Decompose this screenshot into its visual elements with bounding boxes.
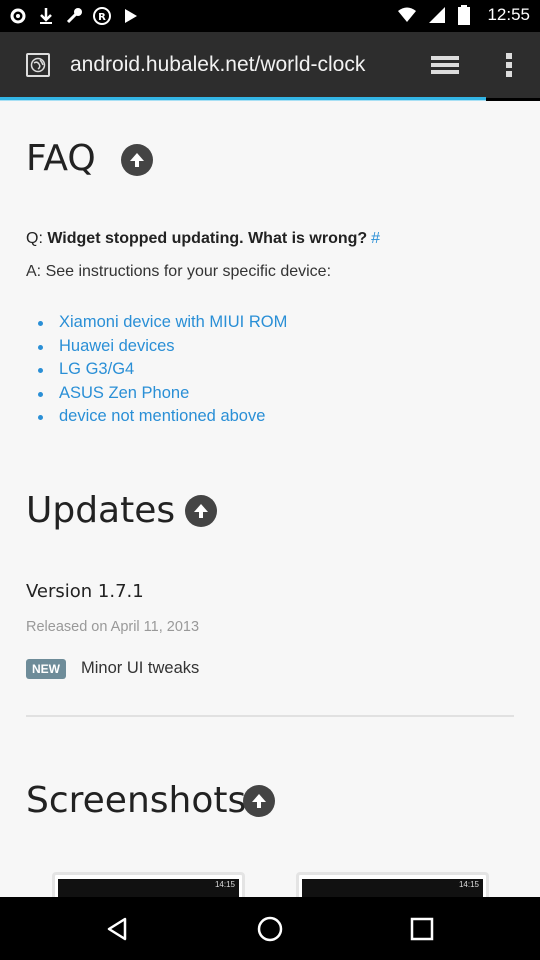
signal-icon bbox=[427, 5, 447, 25]
play-icon bbox=[120, 6, 140, 26]
faq-question: Q: Widget stopped updating. What is wron… bbox=[26, 230, 380, 248]
svg-text:R: R bbox=[98, 12, 106, 23]
clock: 12:55 bbox=[487, 5, 530, 24]
globe-icon[interactable] bbox=[26, 53, 50, 77]
device-link-xiaomi[interactable]: Xiamoni device with MIUI ROM bbox=[36, 311, 287, 335]
device-link-other[interactable]: device not mentioned above bbox=[36, 405, 287, 429]
scroll-top-button-updates[interactable] bbox=[185, 495, 217, 527]
navigation-bar bbox=[0, 897, 540, 960]
question-text: Widget stopped updating. What is wrong? bbox=[47, 230, 368, 247]
thumbnail-image: 14:15 bbox=[58, 879, 239, 897]
scroll-top-button-screenshots[interactable] bbox=[243, 785, 275, 817]
device-link-list: Xiamoni device with MIUI ROM Huawei devi… bbox=[36, 311, 287, 429]
overflow-menu-icon[interactable] bbox=[496, 50, 522, 80]
section-divider bbox=[26, 715, 514, 717]
recents-icon[interactable] bbox=[406, 913, 438, 945]
back-icon[interactable] bbox=[102, 913, 134, 945]
settings-icon bbox=[8, 6, 28, 26]
thumbnail-time: 14:15 bbox=[458, 880, 479, 889]
web-content[interactable]: FAQ Q: Widget stopped updating. What is … bbox=[0, 101, 540, 897]
url-bar[interactable]: android.hubalek.net/world-clock bbox=[70, 50, 402, 80]
wifi-icon bbox=[397, 5, 417, 25]
updates-heading: Updates bbox=[26, 490, 176, 531]
battery-icon bbox=[457, 5, 477, 25]
release-date: Released on April 11, 2013 bbox=[26, 619, 200, 635]
screenshot-thumbnail-1[interactable]: 14:15 bbox=[52, 872, 245, 897]
question-prefix: Q: bbox=[26, 230, 43, 247]
screenshot-thumbnail-2[interactable]: 14:15 bbox=[296, 872, 489, 897]
tools-icon bbox=[64, 6, 84, 26]
thumbnail-image: 14:15 bbox=[302, 879, 483, 897]
version-title: Version 1.7.1 bbox=[26, 581, 144, 602]
screenshots-heading: Screenshots bbox=[26, 780, 247, 821]
new-badge: NEW bbox=[26, 659, 66, 679]
tabs-icon[interactable] bbox=[428, 50, 462, 80]
question-anchor-link[interactable]: # bbox=[371, 230, 380, 247]
device-link-huawei[interactable]: Huawei devices bbox=[36, 335, 287, 359]
browser-toolbar: android.hubalek.net/world-clock bbox=[0, 32, 540, 98]
registered-icon: R bbox=[92, 6, 112, 26]
faq-heading: FAQ bbox=[26, 138, 96, 179]
faq-answer: A: See instructions for your specific de… bbox=[26, 263, 332, 280]
change-note: Minor UI tweaks bbox=[81, 659, 200, 677]
device-link-asus[interactable]: ASUS Zen Phone bbox=[36, 382, 287, 406]
thumbnail-time: 14:15 bbox=[214, 880, 235, 889]
status-bar: R 12:55 bbox=[0, 0, 540, 32]
notification-area: R bbox=[8, 6, 140, 26]
download-icon bbox=[36, 6, 56, 26]
home-icon[interactable] bbox=[254, 913, 286, 945]
device-link-lg[interactable]: LG G3/G4 bbox=[36, 358, 287, 382]
scroll-top-button-faq[interactable] bbox=[121, 144, 153, 176]
system-icons: 12:55 bbox=[397, 5, 530, 25]
